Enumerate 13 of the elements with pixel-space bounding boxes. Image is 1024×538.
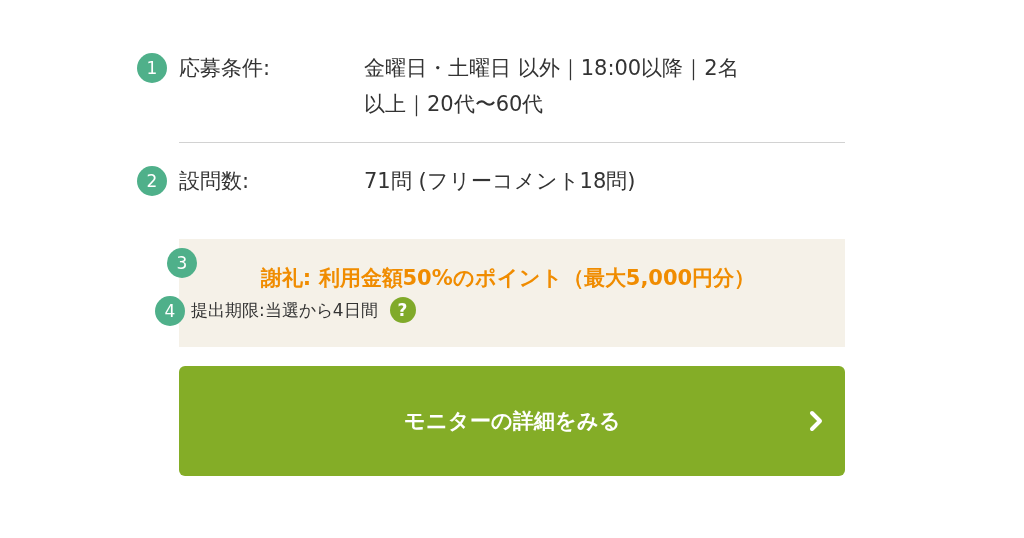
number-marker: 3 [167,248,197,278]
monitor-details-button[interactable]: モニターの詳細をみる [179,366,845,476]
detail-label: 設問数: [179,168,251,195]
detail-label: 応募条件: [179,55,272,82]
deadline-text: 提出期限:当選から4日間 [191,299,378,322]
help-icon[interactable]: ? [389,297,416,323]
number-marker: 2 [137,166,167,196]
detail-value: 71問 (フリーコメント18問) [364,168,637,195]
number-marker: 4 [155,296,185,326]
number-marker: 1 [137,53,167,83]
chevron-right-icon [809,410,823,432]
detail-value: 金曜日・土曜日 以外｜18:00以降｜2名以上｜20代〜60代 [364,55,740,119]
reward-text: 謝礼: 利用金額50%のポイント（最大5,000円分） [259,265,757,292]
